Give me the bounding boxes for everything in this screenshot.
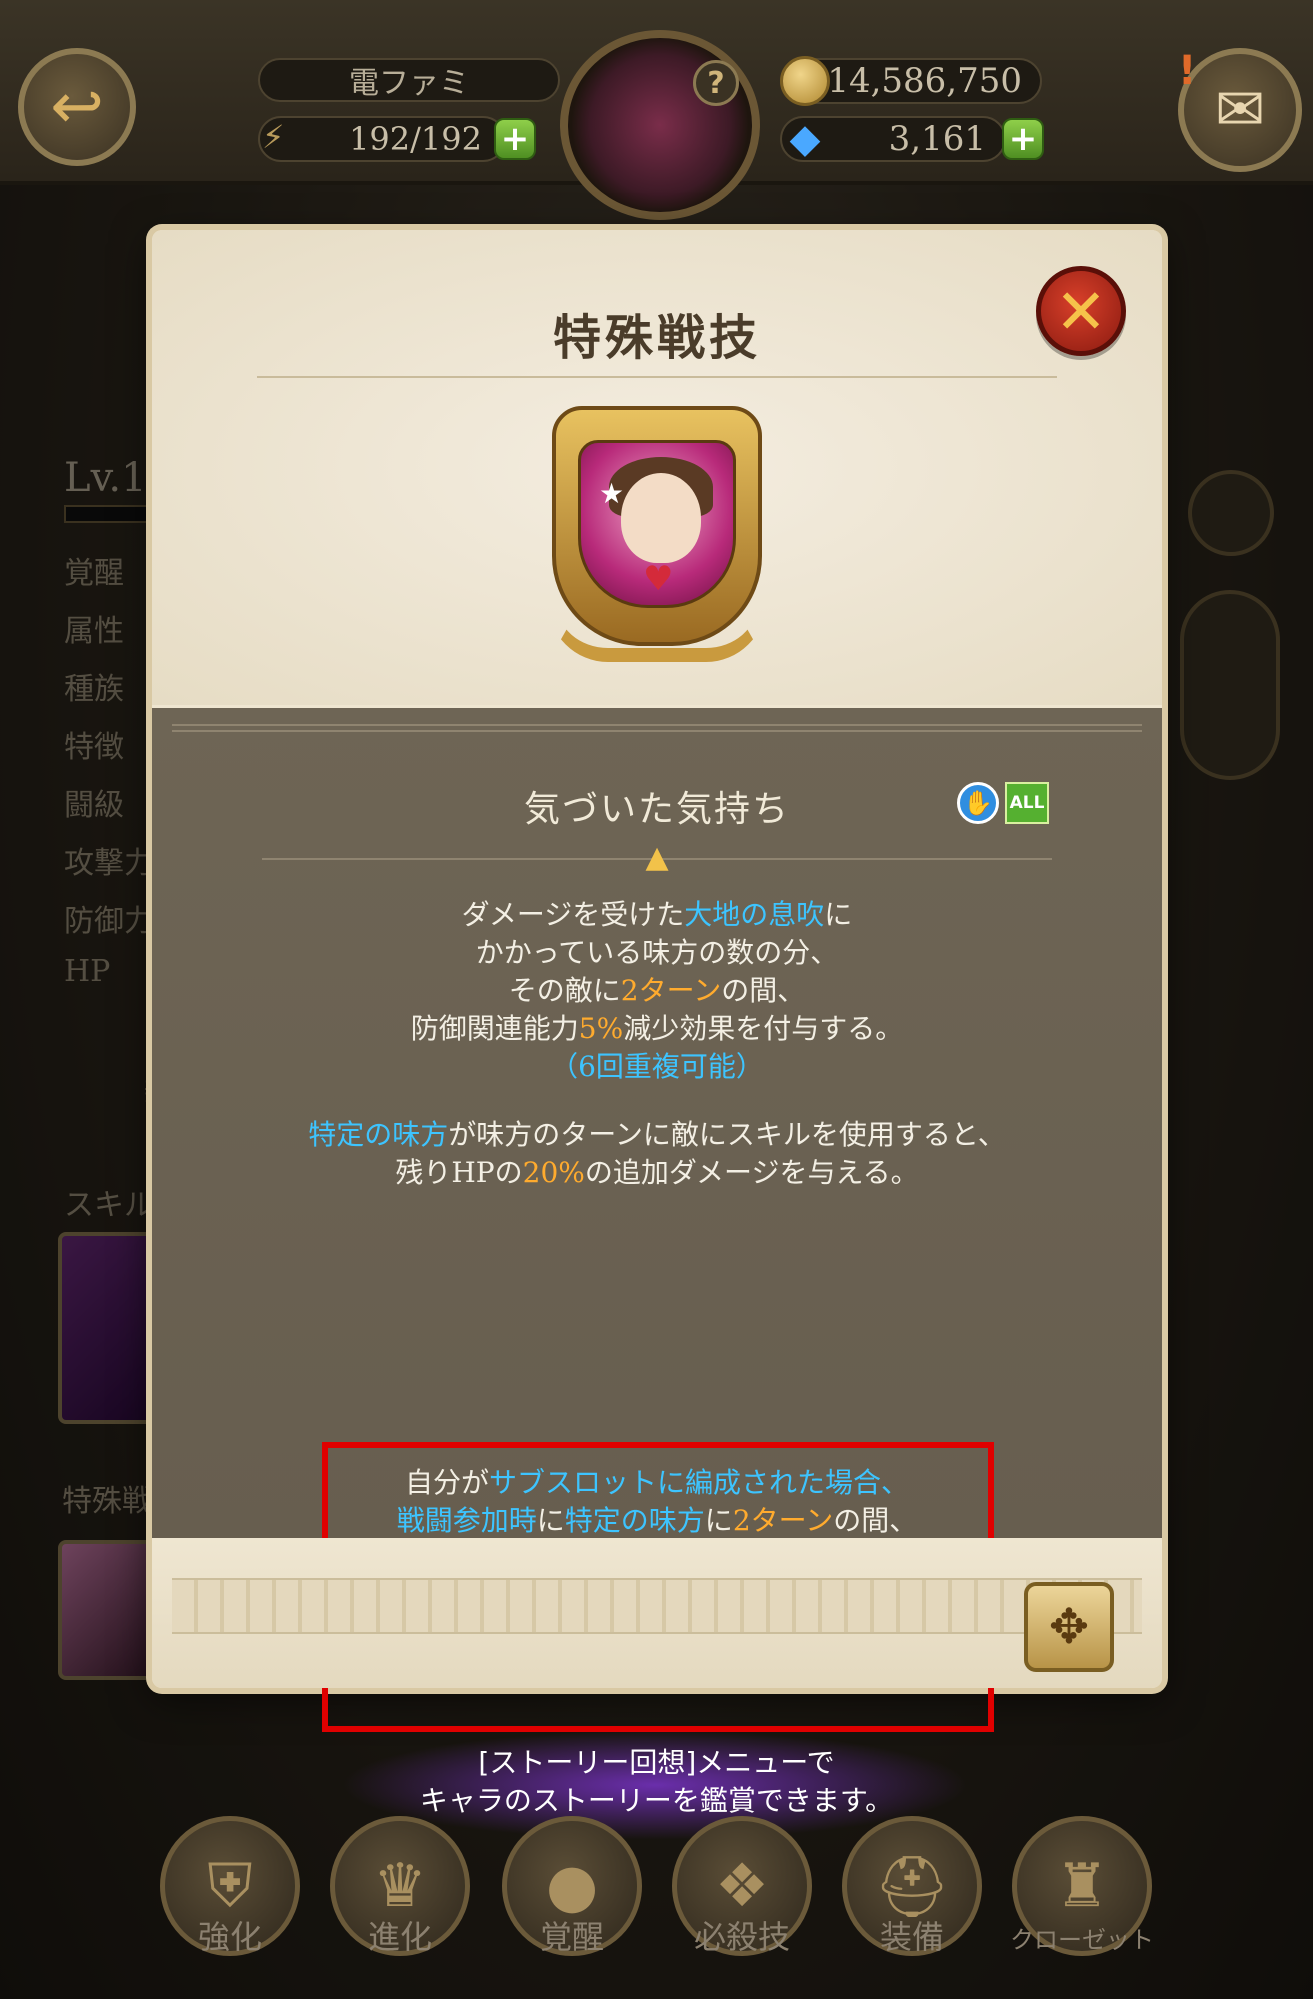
text-segment: 戦闘参加時 [396,1504,537,1537]
description-line: ダメージを受けた大地の息吹に [152,896,1162,934]
back-arrow-icon: ↩ [50,70,104,144]
special-skill-modal: 特殊戦技 ✕ ★ ♥ 気づいた気持ち ✋ ALL ▲ ダメージを受けた大地の息吹… [152,230,1162,1732]
scroll-map-button[interactable]: ✥ [1024,1582,1114,1672]
modal-title: 特殊戦技 [552,310,761,366]
description-line: その敵に2ターンの間、 [152,972,1162,1010]
add-gems-button[interactable]: + [1002,118,1044,160]
top-bar: ↩ 電ファミ 192/192 ⚡ + ? 114,586,750 3,161 ◆… [0,0,1313,220]
skill-emblem-icon: ★ ♥ [548,406,766,668]
hand-icon: ✋ [957,782,999,824]
nav-label: 進化 [367,1918,432,1956]
text-segment: 減少効果を付与する。 [623,1012,904,1045]
text-segment: 2ターン [620,974,722,1007]
alert-icon: ! [1178,48,1197,94]
hint-line-1: [ストーリー回想]メニューで [478,1746,835,1779]
gem-icon: ◆ [789,116,821,162]
help-icon[interactable]: ? [693,60,739,106]
description-line: 戦闘参加時に特定の味方に2ターンの間、 [152,1502,1162,1540]
text-segment: その敵に [508,974,621,1007]
all-target-badge: ALL [1005,782,1049,824]
laurel-wreath [548,602,766,662]
skill-detail-panel: 気づいた気持ち ✋ ALL ▲ ダメージを受けた大地の息吹に かかっている味方の数… [152,708,1162,1732]
text-segment: 残りHPの [395,1156,523,1189]
panel-border [172,724,1142,732]
text-segment: に [824,898,853,931]
text-segment: 20% [522,1156,585,1189]
description-line: 残りHPの20%の追加ダメージを与える。 [152,1154,1162,1192]
description-line: 防御関連能力5%減少効果を付与する。 [152,1010,1162,1048]
description-line: （6回重複可能） [152,1048,1162,1086]
star-icon: ★ [599,477,625,510]
modal-header-area: 特殊戦技 ✕ ★ ♥ [152,230,1162,705]
text-segment: の間、 [833,1504,918,1537]
text-segment: ダメージを受けた [461,898,685,931]
description-paragraph-1: ダメージを受けた大地の息吹に かかっている味方の数の分、 その敵に2ターンの間、 防御… [152,896,1162,1086]
nav-label: 覚醒 [539,1918,604,1956]
triangle-ornament-icon: ▲ [645,840,669,875]
text-segment: サブスロットに編成された場合、 [489,1466,910,1499]
modal-footer [152,1538,1162,1688]
nav-awaken[interactable]: ● 覚醒 [492,1808,652,1998]
player-name: 電ファミ [258,58,560,102]
stamina-icon: ⚡ [262,118,285,156]
portrait-face [621,473,701,563]
text-segment: かかっている味方の数の分、 [475,936,839,969]
nav-label: 必殺技 [693,1918,790,1956]
footer-pattern [172,1578,1142,1634]
text-segment: が味方のターンに敵にスキルを使用すると、 [448,1118,1006,1151]
description-line: 自分がサブスロットに編成された場合、 [152,1464,1162,1502]
text-segment: 防御関連能力 [410,1012,579,1045]
nav-label: 強化 [197,1918,262,1956]
title-divider [257,376,1057,378]
description-line: かかっている味方の数の分、 [152,934,1162,972]
nav-closet[interactable]: ♜ クローゼット [1002,1808,1162,1998]
text-segment: に [704,1504,733,1537]
scroll-icon: ✥ [1048,1599,1090,1655]
gold-coin-icon [780,56,830,106]
player-avatar[interactable] [560,30,760,220]
text-segment: に [536,1504,565,1537]
close-button[interactable]: ✕ [1036,266,1126,356]
close-icon: ✕ [1055,274,1107,348]
character-portrait: ★ ♥ [578,440,736,608]
nav-equipment[interactable]: ⛑ 装備 [832,1808,992,1998]
nav-enhance[interactable]: ⛨ 強化 [150,1808,310,1998]
text-segment: 特定の味方 [564,1504,705,1537]
text-segment: の追加ダメージを与える。 [584,1156,919,1189]
nav-label: クローゼット [1010,1926,1154,1954]
bottom-nav: ⛨ 強化 ♛ 進化 ● 覚醒 ❖ 必殺技 ⛑ 装備 ♜ クローゼット [0,1808,1313,1999]
envelope-icon: ✉ [1214,75,1266,145]
add-stamina-button[interactable]: + [494,118,536,160]
text-segment: 自分が [404,1466,489,1499]
description-line: 特定の味方が味方のターンに敵にスキルを使用すると、 [152,1116,1162,1154]
nav-evolve[interactable]: ♛ 進化 [320,1808,480,1998]
text-segment: 2ターン [732,1504,834,1537]
nav-label: 装備 [879,1918,944,1956]
heart-icon: ♥ [643,559,674,599]
text-segment: 5% [578,1012,624,1045]
description-paragraph-2: 特定の味方が味方のターンに敵にスキルを使用すると、 残りHPの20%の追加ダメージ… [152,1116,1162,1192]
back-button[interactable]: ↩ [18,48,136,166]
text-segment: 特定の味方 [308,1118,449,1151]
text-segment: （6回重複可能） [550,1050,764,1083]
text-segment: の間、 [721,974,806,1007]
text-segment: 大地の息吹 [684,898,825,931]
nav-ultimate[interactable]: ❖ 必殺技 [662,1808,822,1998]
